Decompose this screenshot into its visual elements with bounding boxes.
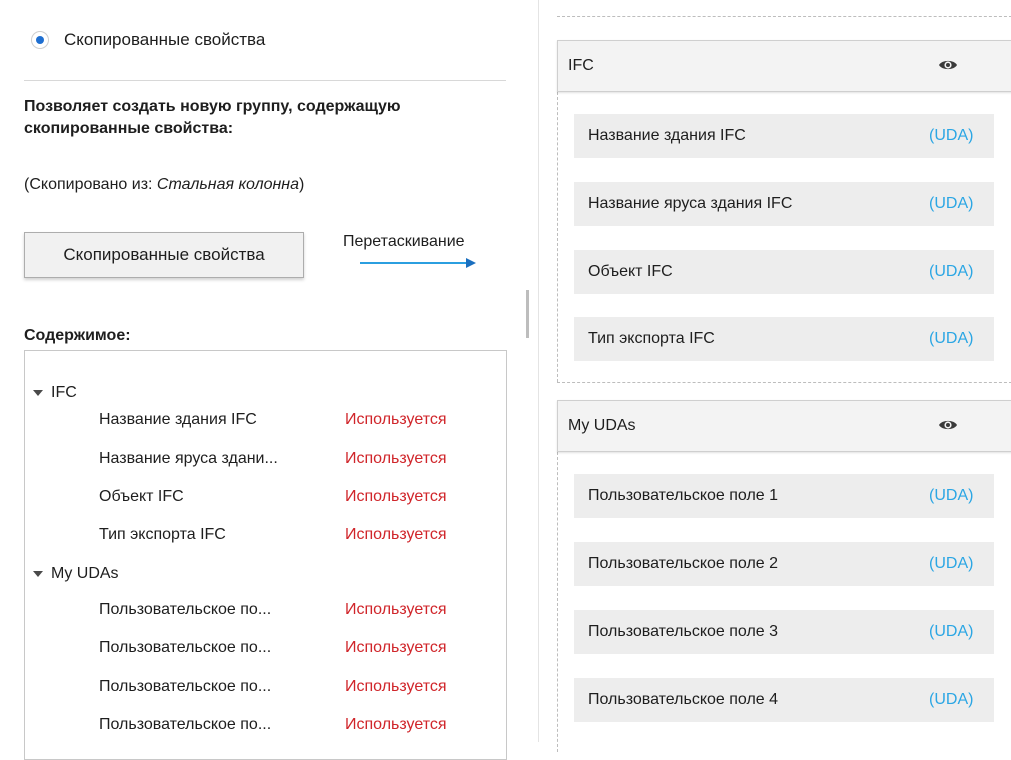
property-row[interactable]: Тип экспорта IFC (UDA) — [574, 317, 994, 361]
uda-tag: (UDA) — [929, 330, 974, 347]
uda-tag: (UDA) — [929, 127, 974, 144]
property-row[interactable]: Пользовательское поле 1 (UDA) — [574, 474, 994, 518]
uda-tag: (UDA) — [929, 691, 974, 708]
property-row[interactable]: Пользовательское поле 2 (UDA) — [574, 542, 994, 586]
group-header-ifc[interactable]: IFC — [557, 40, 1011, 92]
uda-tag: (UDA) — [929, 195, 974, 212]
property-row[interactable]: Объект IFC (UDA) — [574, 250, 994, 294]
eye-icon[interactable] — [938, 58, 958, 72]
drop-zone-border — [557, 16, 1011, 17]
uda-tag: (UDA) — [929, 555, 974, 572]
property-row[interactable]: Пользовательское поле 3 (UDA) — [574, 610, 994, 654]
uda-tag: (UDA) — [929, 623, 974, 640]
property-row[interactable]: Пользовательское поле 4 (UDA) — [574, 678, 994, 722]
property-row[interactable]: Название здания IFC (UDA) — [574, 114, 994, 158]
property-row[interactable]: Название яруса здания IFC (UDA) — [574, 182, 994, 226]
property-groups-panel: IFC Название здания IFC (UDA) Название я… — [0, 0, 1011, 752]
drop-zone-border — [557, 382, 1011, 383]
eye-icon[interactable] — [938, 418, 958, 432]
uda-tag: (UDA) — [929, 263, 974, 280]
uda-tag: (UDA) — [929, 487, 974, 504]
group-header-my-udas[interactable]: My UDAs — [557, 400, 1011, 452]
